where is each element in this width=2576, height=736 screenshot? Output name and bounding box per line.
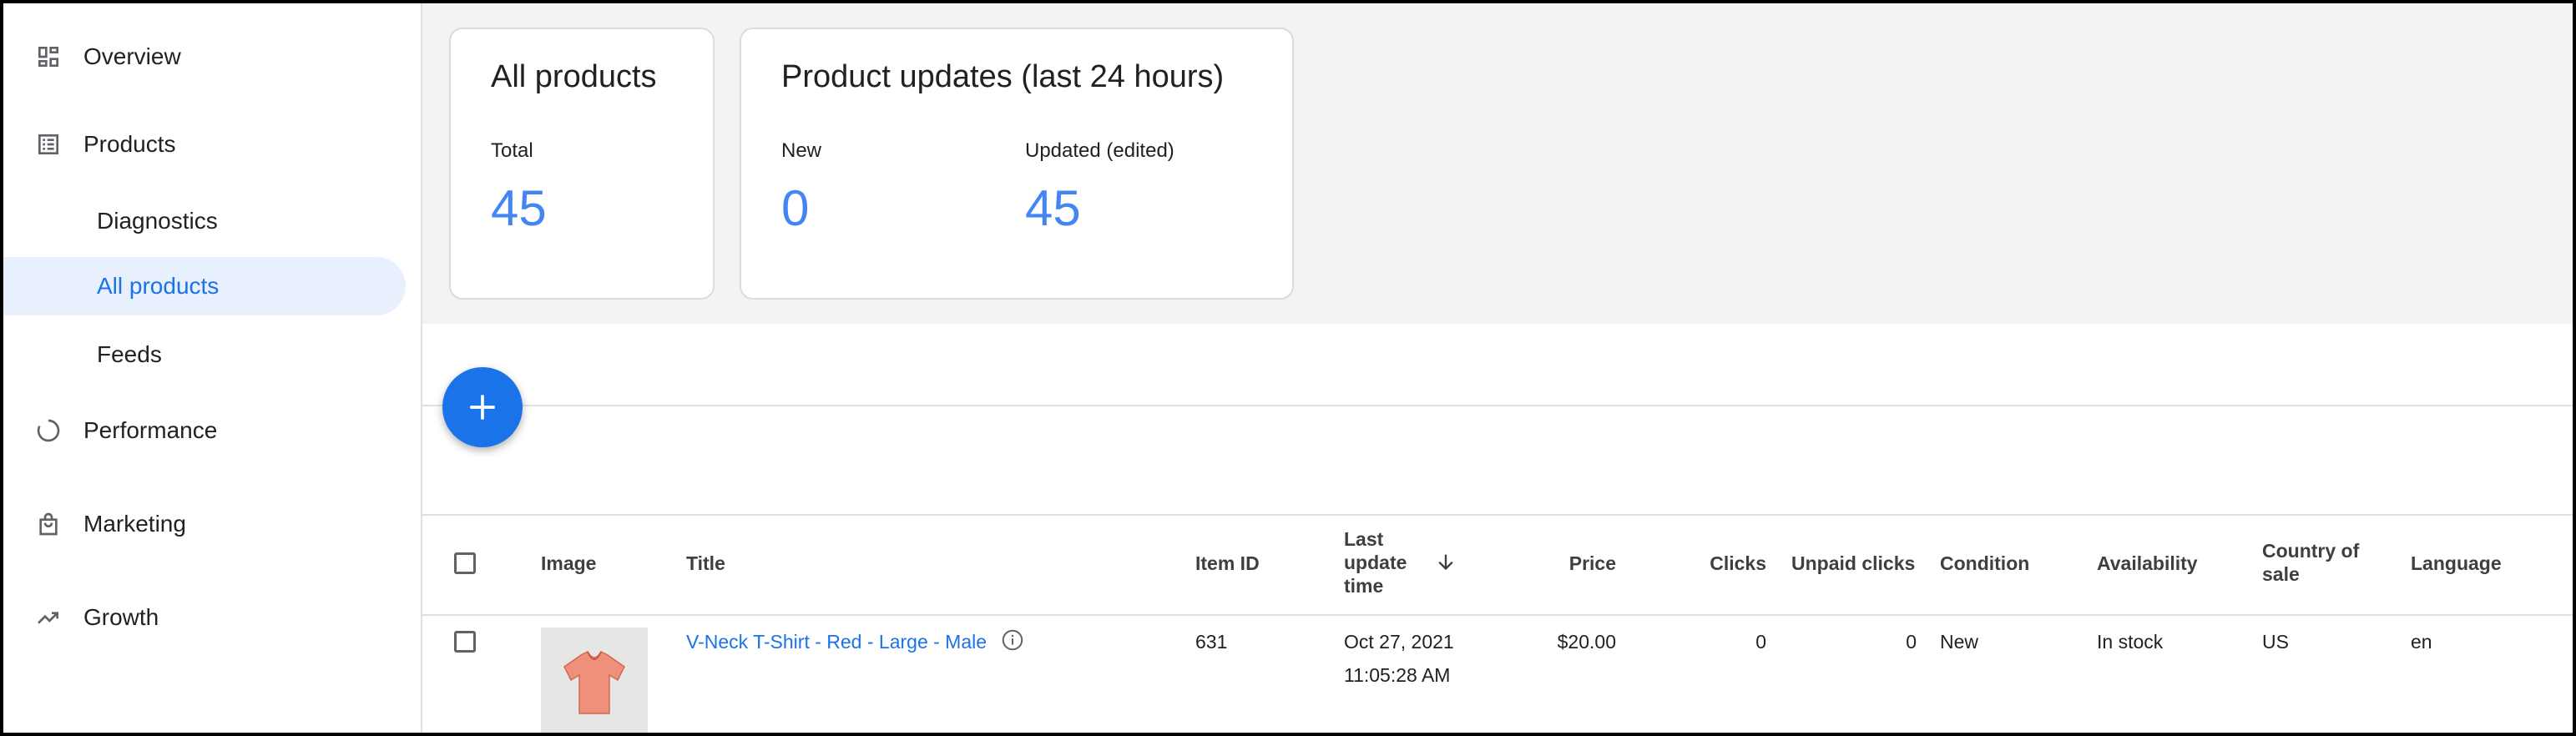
table-row[interactable]: V-Neck T-Shirt - Red - Large - Male 631 …	[422, 614, 2573, 733]
sidebar-item-label: Products	[83, 131, 176, 157]
last-update-time: 11:05:28 AM	[1344, 664, 1451, 686]
sidebar-item-label: Feeds	[97, 341, 162, 367]
column-header-condition[interactable]: Condition	[1940, 552, 2029, 575]
column-header-item-id[interactable]: Item ID	[1195, 552, 1260, 575]
tshirt-image	[563, 651, 625, 714]
language: en	[2411, 631, 2432, 653]
column-header-country-of-sale[interactable]: Country of sale	[2262, 539, 2359, 586]
sidebar-item-feeds[interactable]: Feeds	[3, 325, 406, 384]
sidebar-item-label: All products	[97, 273, 220, 299]
total-label: Total	[491, 139, 533, 162]
updated-value: 45	[1025, 180, 1081, 236]
column-header-unpaid-clicks[interactable]: Unpaid clicks	[1791, 552, 1915, 575]
summary-band: All products Total 45 Product updates (l…	[422, 3, 2573, 324]
list-icon	[33, 129, 63, 159]
info-icon[interactable]	[1000, 628, 1025, 657]
plus-icon	[470, 395, 495, 420]
sidebar-item-label: Diagnostics	[97, 208, 218, 234]
sidebar-item-label: Overview	[83, 43, 181, 69]
column-header-price[interactable]: Price	[1524, 552, 1616, 575]
sidebar-item-label: Growth	[83, 604, 159, 630]
marketing-bag-icon	[33, 509, 63, 539]
header-line: update	[1344, 552, 1407, 573]
total-value: 45	[491, 180, 547, 236]
dashboard-icon	[33, 42, 63, 72]
column-header-language[interactable]: Language	[2411, 552, 2502, 575]
clicks: 0	[1755, 631, 1766, 653]
header-line: sale	[2262, 563, 2300, 585]
product-updates-card: Product updates (last 24 hours) New 0 Up…	[740, 28, 1294, 300]
country-of-sale: US	[2262, 631, 2289, 653]
column-header-title[interactable]: Title	[686, 552, 725, 575]
sidebar: Overview Products Diagnostics All produc…	[3, 3, 422, 733]
new-label: New	[781, 139, 822, 162]
performance-icon	[33, 416, 63, 446]
sidebar-item-label: Performance	[83, 417, 218, 443]
unpaid-clicks: 0	[1906, 631, 1917, 653]
merchant-center-window: Overview Products Diagnostics All produc…	[0, 0, 2576, 736]
row-checkbox[interactable]	[454, 631, 476, 653]
new-value: 0	[781, 180, 810, 236]
updated-label: Updated (edited)	[1025, 139, 1174, 162]
column-header-image: Image	[541, 552, 597, 574]
column-header-last-update-time[interactable]: Last update time	[1344, 527, 1407, 597]
sidebar-item-all-products[interactable]: All products	[3, 257, 406, 315]
toolbar-divider	[422, 405, 2573, 406]
product-image[interactable]	[541, 628, 648, 733]
trending-up-icon	[33, 602, 63, 633]
price: $20.00	[1557, 631, 1616, 653]
condition: New	[1940, 631, 1979, 653]
header-line: Last	[1344, 528, 1384, 550]
availability: In stock	[2097, 631, 2164, 653]
all-products-card: All products Total 45	[449, 28, 715, 300]
column-header-availability[interactable]: Availability	[2097, 552, 2198, 575]
add-product-button[interactable]	[442, 367, 523, 447]
product-title-link[interactable]: V-Neck T-Shirt - Red - Large - Male	[686, 631, 987, 653]
header-line: Country of	[2262, 540, 2360, 562]
card-title: All products	[491, 59, 657, 94]
column-header-clicks[interactable]: Clicks	[1674, 552, 1766, 575]
last-update-date: Oct 27, 2021	[1344, 631, 1454, 653]
sidebar-item-diagnostics[interactable]: Diagnostics	[3, 192, 406, 250]
sort-arrow-down-icon[interactable]	[1434, 551, 1457, 578]
select-all-checkbox[interactable]	[454, 552, 476, 574]
sidebar-item-label: Marketing	[83, 511, 186, 537]
item-id: 631	[1195, 631, 1228, 653]
products-table-header: Image Title Item ID Last update time Pri…	[422, 514, 2573, 616]
card-title: Product updates (last 24 hours)	[781, 59, 1225, 94]
header-line: time	[1344, 575, 1384, 597]
